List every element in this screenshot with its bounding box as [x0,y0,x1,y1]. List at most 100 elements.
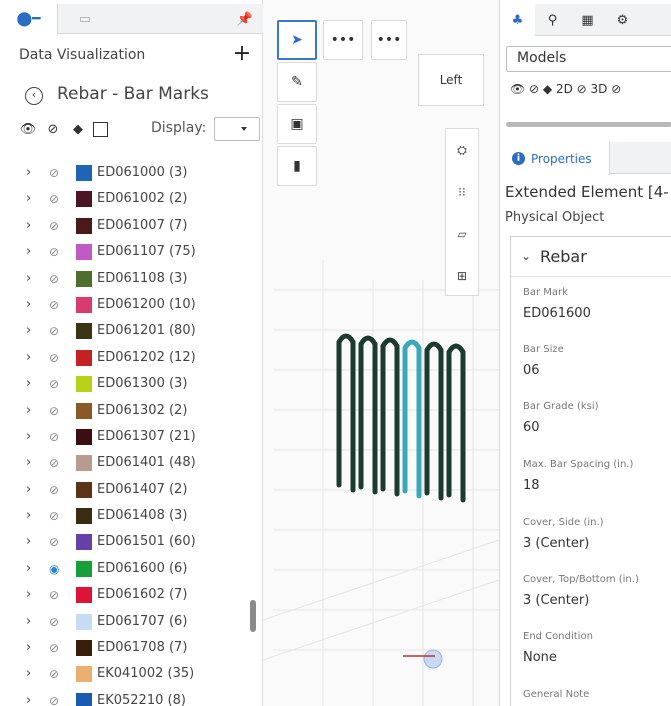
section-tool-button[interactable]: ▣ [277,104,317,144]
bar-mark-row[interactable]: › ⊘ ED061007 (7) [0,213,250,239]
chevron-right-icon[interactable]: › [26,324,36,338]
list-scrollbar[interactable] [250,600,256,632]
color-swatch[interactable] [76,481,92,498]
chevron-right-icon[interactable]: › [26,271,36,286]
view-toggles[interactable]: 👁 ⊘ ◆ 2D ⊘ 3D ⊘ [510,82,621,96]
hide-all-icon[interactable]: ⊘ [43,119,63,139]
color-swatch[interactable] [76,534,92,551]
bar-mark-row[interactable]: › ⊘ ED061200 (10) [0,292,250,318]
add-button[interactable]: + [232,43,252,66]
color-swatch[interactable] [76,640,92,657]
color-swatch[interactable] [76,296,92,313]
chevron-right-icon[interactable]: › [26,218,36,233]
eye-off-icon[interactable]: ⊘ [49,298,65,312]
eye-off-icon[interactable]: ⊘ [49,483,65,497]
eye-off-icon[interactable]: ⊘ [49,667,65,681]
bar-mark-row[interactable]: › ⊘ ED061501 (60) [0,529,250,555]
color-swatch[interactable] [76,349,92,366]
eye-off-icon[interactable]: ⊘ [49,641,65,655]
chevron-right-icon[interactable]: › [26,166,36,180]
bar-mark-row[interactable]: › ⊘ ED061202 (12) [0,345,250,371]
chevron-right-icon[interactable]: › [26,297,36,312]
chevron-right-icon[interactable]: › [26,403,36,418]
eye-off-icon[interactable]: ⊘ [49,509,65,523]
color-swatch[interactable] [76,587,92,604]
bar-mark-row[interactable]: › ⊘ ED061108 (3) [0,266,250,292]
bar-mark-row[interactable]: › ⊘ ED061201 (80) [0,318,250,344]
eye-icon[interactable]: ◉ [49,562,65,576]
chevron-right-icon[interactable]: › [26,350,36,365]
color-swatch[interactable] [76,165,92,181]
color-swatch[interactable] [76,217,92,234]
fit-view-icon[interactable] [93,121,108,137]
tab-model-tree[interactable]: ♣ [500,4,535,36]
bar-mark-row[interactable]: › ⊘ ED061602 (7) [0,582,250,608]
eye-off-icon[interactable]: ⊘ [49,404,65,418]
eye-off-icon[interactable]: ⊘ [49,430,65,444]
view-cube-left[interactable]: Left [418,54,484,106]
color-swatch[interactable] [76,613,92,630]
clip-tool-button[interactable]: ▮ [277,146,317,186]
bar-mark-row[interactable]: › ⊘ ED061407 (2) [0,477,250,503]
bar-mark-row[interactable]: › ⊘ ED061302 (2) [0,398,250,424]
horizontal-scrollbar[interactable] [506,122,671,127]
chevron-right-icon[interactable]: › [26,377,36,391]
measure-tool-button[interactable]: ✎ [277,62,317,102]
chevron-right-icon[interactable]: › [26,456,36,470]
walk-tool[interactable]: ⁝⁝ [446,171,478,213]
bar-mark-row[interactable]: › ⊘ ED061000 (3) [0,160,250,186]
chevron-right-icon[interactable]: › [26,588,36,602]
color-swatch[interactable] [76,428,92,445]
bar-mark-row[interactable]: › ⊘ ED061708 (7) [0,635,250,661]
bar-mark-row[interactable]: › ⊘ ED061401 (48) [0,450,250,476]
show-all-icon[interactable]: 👁 [18,119,38,139]
color-swatch[interactable] [76,376,92,393]
eye-off-icon[interactable]: ⊘ [49,588,65,602]
bar-mark-row[interactable]: › ⊘ ED061307 (21) [0,424,250,450]
eye-off-icon[interactable]: ⊘ [49,456,65,470]
more-tools-button-2[interactable]: ••• [371,20,407,60]
bar-mark-row[interactable]: › ⊘ EK052210 (8) [0,688,250,706]
color-swatch[interactable] [76,692,92,706]
chevron-right-icon[interactable]: › [26,614,36,629]
select-tool-button[interactable]: ➤ [277,20,317,60]
fly-tool[interactable]: ⛭ [446,129,478,171]
eye-off-icon[interactable]: ⊘ [49,166,65,180]
tab-layers[interactable]: ▭ [70,4,100,34]
back-icon[interactable]: ‹ [25,87,43,105]
tab-views[interactable]: ▦ [570,4,605,36]
eye-off-icon[interactable]: ⊘ [49,192,65,206]
color-swatch[interactable] [76,455,92,472]
eye-off-icon[interactable]: ⊘ [49,324,65,338]
bar-mark-row[interactable]: › ⊘ ED061408 (3) [0,503,250,529]
chevron-right-icon[interactable]: › [26,245,36,259]
bar-mark-row[interactable]: › ⊘ ED061707 (6) [0,609,250,635]
display-select[interactable] [214,117,260,141]
eye-off-icon[interactable]: ⊘ [49,245,65,259]
rebar-section-header[interactable]: ⌄ Rebar [511,237,671,277]
bar-mark-row[interactable]: › ⊘ ED061107 (75) [0,239,250,265]
bar-mark-row[interactable]: › ⊘ EK041002 (35) [0,661,250,687]
color-swatch[interactable] [76,323,92,340]
more-tools-button[interactable]: ••• [323,20,363,60]
eye-off-icon[interactable]: ⊘ [49,272,65,286]
fit-tool[interactable]: ⊞ [446,255,478,297]
color-swatch[interactable] [76,508,92,525]
chevron-right-icon[interactable]: › [26,482,36,497]
chevron-right-icon[interactable]: › [26,509,36,523]
eye-off-icon[interactable]: ⊘ [49,351,65,365]
chevron-right-icon[interactable]: › [26,641,36,655]
chevron-right-icon[interactable]: › [26,192,36,206]
chevron-right-icon[interactable]: › [26,535,36,549]
color-swatch[interactable] [76,191,92,208]
models-select[interactable]: Models [506,46,671,72]
map-tool[interactable]: ▱ [446,213,478,255]
model-viewport[interactable]: ➤ ••• ••• Left ✎ ▣ ▮ ⛭ ⁝⁝ ▱ ⊞ [263,0,499,706]
tab-settings[interactable]: ⚙ [605,4,640,36]
color-swatch[interactable] [76,666,92,683]
tab-search[interactable]: ⚲ [535,4,570,36]
chevron-right-icon[interactable]: › [26,693,36,706]
bar-mark-row[interactable]: › ⊘ ED061300 (3) [0,371,250,397]
color-swatch[interactable] [76,560,92,577]
bar-mark-row[interactable]: › ⊘ ED061002 (2) [0,186,250,212]
